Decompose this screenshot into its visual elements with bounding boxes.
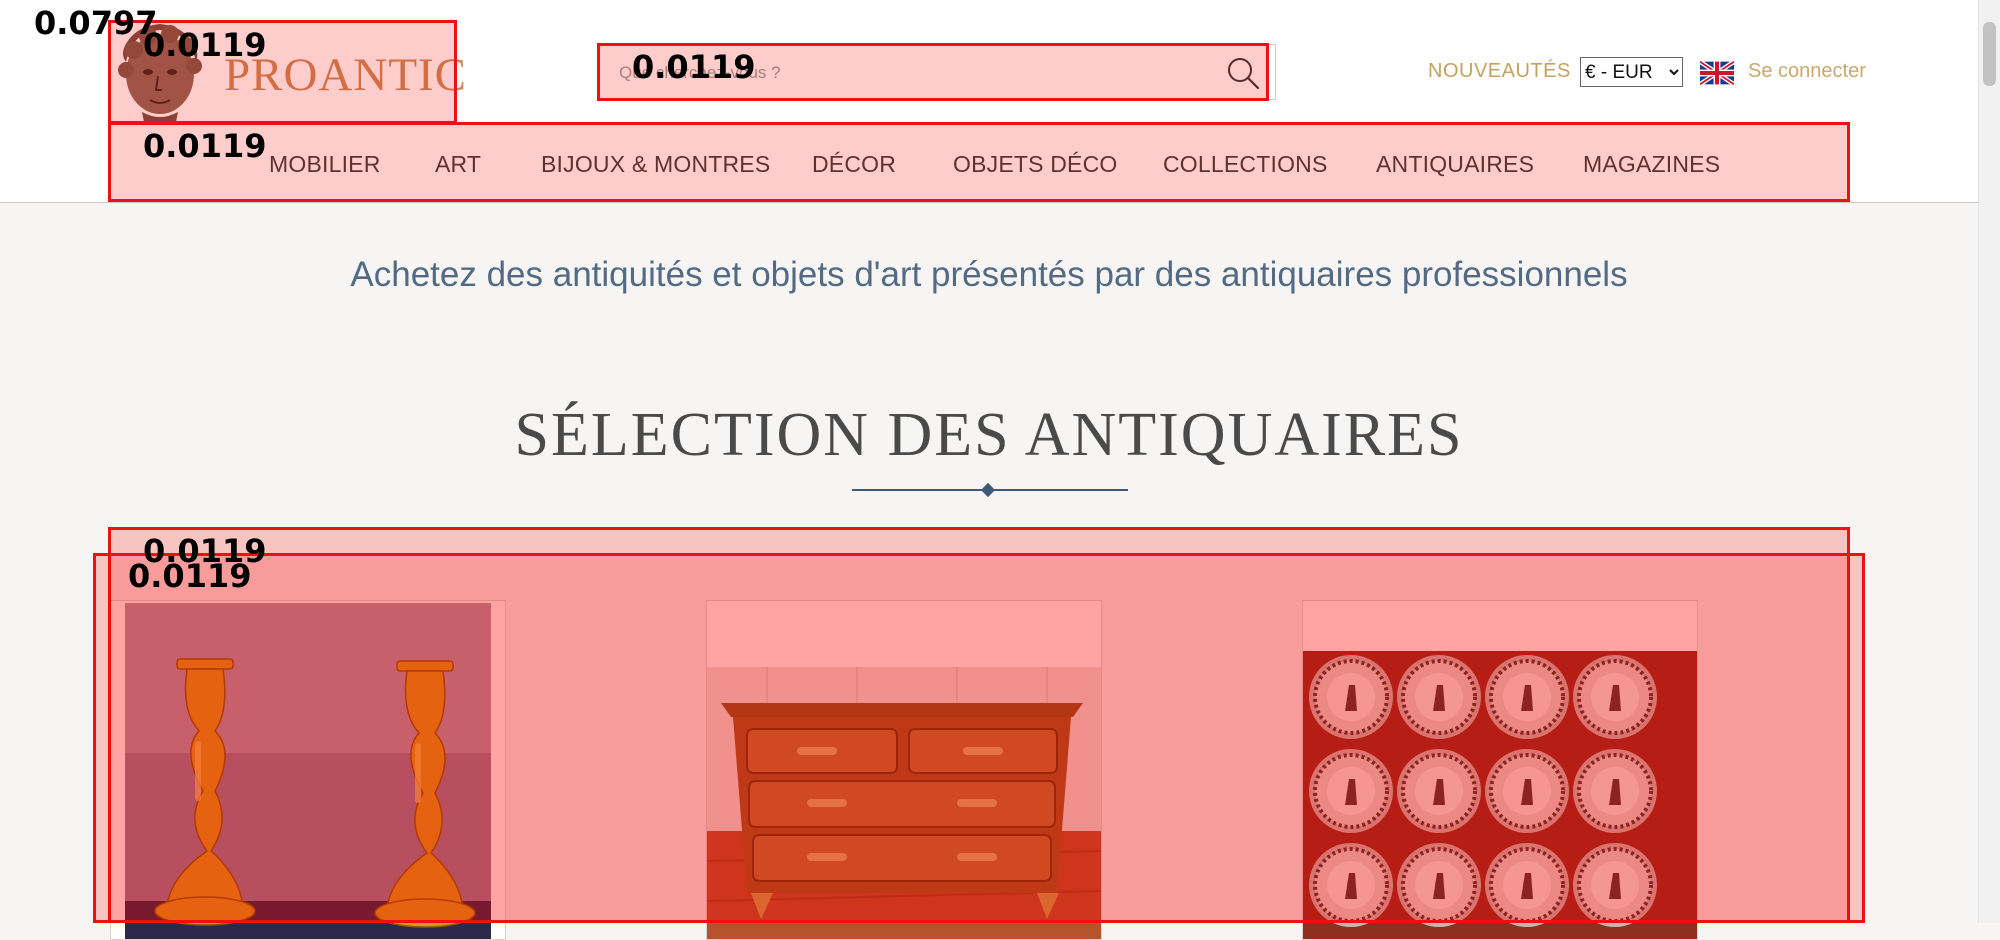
scrollbar-thumb[interactable]	[1983, 22, 1996, 86]
new-arrivals-link[interactable]: NOUVEAUTÉS	[1428, 60, 1571, 83]
overlay-score-label: 0.0119	[632, 48, 756, 86]
overlay-box-cards	[93, 553, 1865, 923]
currency-select[interactable]: € - EUR	[1580, 57, 1683, 87]
section-title: SÉLECTION DES ANTIQUAIRES	[514, 401, 1464, 469]
overlay-box-nav	[108, 122, 1850, 202]
overlay-score-label: 0.0119	[128, 557, 252, 595]
overlay-score-label: 0.0797	[34, 4, 158, 42]
login-link[interactable]: Se connecter	[1748, 60, 1866, 83]
page-scrollbar[interactable]	[1978, 0, 2000, 923]
title-diamond-ornament	[980, 482, 996, 498]
page-tagline: Achetez des antiquités et objets d'art p…	[350, 255, 1628, 294]
overlay-score-label: 0.0119	[143, 127, 267, 165]
overlay-score-label: 0.0119	[143, 26, 267, 64]
uk-flag-icon[interactable]	[1700, 61, 1734, 85]
